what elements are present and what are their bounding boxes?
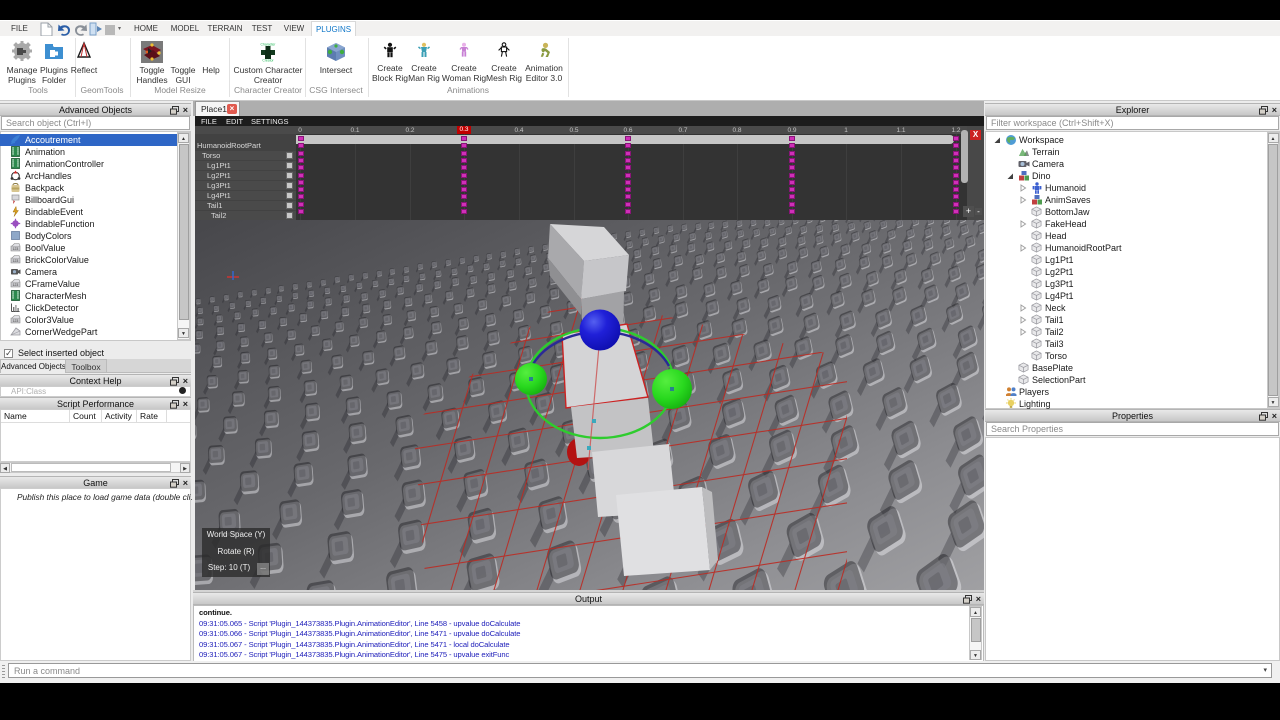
svg-text:123: 123 [13,319,19,323]
svg-text:123: 123 [13,259,19,263]
svg-text:123: 123 [13,247,19,251]
svg-text:123: 123 [13,283,19,287]
svg-text:Character: Character [261,43,277,47]
svg-text:Creator: Creator [262,59,274,63]
